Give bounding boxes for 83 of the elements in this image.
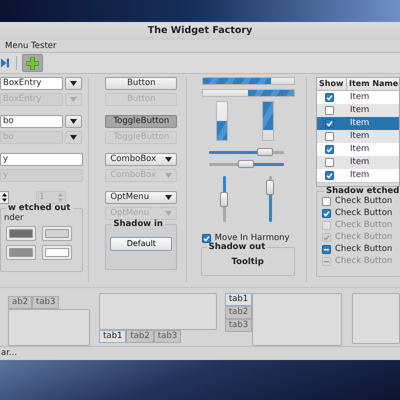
toggle-button[interactable]: ToggleButton	[105, 115, 178, 128]
slider-thumb[interactable]	[238, 160, 254, 168]
tab[interactable]: ab2	[8, 296, 32, 309]
slider-thumb[interactable]	[220, 192, 228, 207]
frame-label: Shadow etched	[324, 187, 400, 196]
tab[interactable]: tab2	[224, 306, 252, 319]
checkbox-label: Check Button	[334, 221, 392, 230]
swatch-button[interactable]	[42, 245, 72, 260]
slider-thumb[interactable]	[266, 180, 274, 196]
checkbox[interactable]	[325, 158, 334, 167]
dropdown-button[interactable]	[65, 115, 82, 128]
checkbox-label: Check Button	[334, 209, 392, 218]
tooltip-text: Tooltip	[231, 258, 264, 266]
checkbox-label: Check Button	[334, 245, 392, 254]
checkbox[interactable]	[325, 145, 334, 154]
scrollbar[interactable]	[316, 182, 399, 186]
option-menu[interactable]: OptMenu	[105, 191, 178, 204]
checkbox[interactable]	[202, 234, 211, 243]
slider-thumb[interactable]	[256, 148, 273, 156]
item-name-cell-text: Item	[348, 93, 370, 102]
swatch-button[interactable]	[6, 226, 36, 241]
spin-arrows-icon	[2, 193, 6, 202]
tree-row[interactable]: Item	[316, 169, 399, 182]
column-header[interactable]: Show	[316, 78, 347, 90]
dropdown-arrow-icon	[165, 173, 172, 178]
checkbox-label: Check Button	[334, 197, 392, 206]
dropdown-arrow-icon	[165, 211, 172, 216]
checkbox[interactable]	[325, 93, 334, 102]
dropdown-arrow-icon	[70, 97, 77, 102]
checkbox-label: Check Button	[334, 233, 392, 242]
tree-row[interactable]: Item	[316, 91, 399, 104]
item-name-cell-text: Item	[348, 158, 370, 167]
skip-forward-icon	[1, 58, 9, 68]
item-name-cell-text: Item	[348, 106, 370, 115]
item-name-cell-text: Item	[348, 132, 370, 141]
spin-arrows-icon	[58, 193, 63, 202]
tab[interactable]: tab1	[99, 330, 126, 343]
item-name-cell-text: Item	[348, 145, 370, 154]
combo-box[interactable]: bo	[0, 115, 63, 128]
window-title: The Widget Factory	[148, 26, 252, 36]
tree-row[interactable]: Item	[316, 156, 399, 169]
tab[interactable]: tab3	[224, 319, 252, 332]
frame-label: w etched out	[7, 204, 72, 212]
dropdown-arrow-icon	[165, 157, 172, 162]
menu-item[interactable]: Menu Tester	[5, 42, 57, 50]
plus-icon	[26, 56, 39, 70]
tab[interactable]: tab3	[154, 330, 182, 343]
dropdown-arrow-icon	[165, 195, 172, 200]
frame-label: Shadow out	[208, 243, 266, 252]
tree-row[interactable]: Item	[316, 130, 399, 143]
tab[interactable]: tab2	[126, 330, 154, 343]
swatch-button[interactable]	[42, 226, 72, 241]
swatch-button[interactable]	[6, 245, 36, 260]
checkbox[interactable]	[322, 245, 331, 254]
checkbox-label: Move In Harmony	[214, 234, 290, 243]
button[interactable]: Button	[105, 77, 178, 90]
dropdown-arrow-icon	[70, 119, 77, 124]
spin-button[interactable]	[0, 191, 9, 204]
default-button[interactable]: Default	[110, 236, 172, 250]
column-header[interactable]: Item Name	[346, 78, 399, 90]
dropdown-arrow-icon	[70, 81, 77, 86]
checkbox[interactable]	[325, 106, 334, 115]
status-text: ar...	[1, 349, 18, 358]
tree-row[interactable]: Item	[316, 143, 399, 156]
dropdown-arrow-icon	[70, 135, 77, 140]
tab[interactable]: tab1	[224, 293, 252, 306]
tree-row[interactable]: Item	[316, 104, 399, 117]
combo-entry-field[interactable]: BoxEntry	[0, 77, 63, 90]
checkbox-label: Check Button	[334, 257, 392, 266]
frame-label: Shadow in	[112, 220, 164, 228]
dropdown-button[interactable]	[65, 77, 82, 90]
text-entry[interactable]: y	[0, 153, 83, 166]
checkbox[interactable]	[322, 197, 331, 206]
item-name-cell-text: Item	[348, 171, 370, 180]
checkbox[interactable]	[322, 209, 331, 218]
checkbox[interactable]	[325, 171, 334, 180]
frame-text: nder	[4, 214, 25, 222]
combo-box[interactable]: ComboBox	[105, 153, 178, 166]
tree-row[interactable]: Item	[316, 117, 399, 130]
checkbox[interactable]	[325, 119, 334, 128]
tab[interactable]: tab3	[32, 296, 60, 309]
checkbox[interactable]	[325, 132, 334, 141]
item-name-cell-text: Item	[348, 119, 370, 128]
